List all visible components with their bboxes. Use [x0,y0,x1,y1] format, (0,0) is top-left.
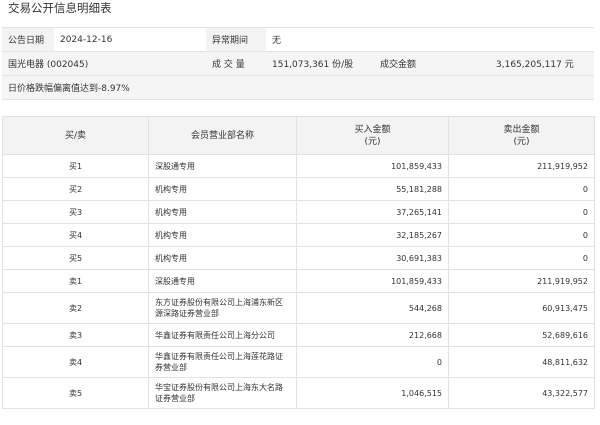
row-buy-amount: 32,185,267 [296,223,449,247]
row-side: 买1 [2,154,149,178]
row-side: 卖3 [2,323,149,347]
table-row: 买4 机构专用 32,185,267 0 [2,223,595,247]
row-buy-amount: 1,046,515 [296,377,449,409]
table-header-row: 买/卖 会员营业部名称 买入金额 (元) 卖出金额 (元) [2,116,595,155]
info-row-stock: 国光电器 (002045) 成 交 量 151,073,361 份/股 成交金额… [2,51,595,76]
deviation-note: 日价格跌幅偏离值达到-8.97% [2,75,595,100]
amount-value: 3,165,205,117 元 [490,51,595,76]
info-row-date: 公告日期 2024-12-16 异常期间 无 [2,27,595,52]
row-side: 买4 [2,223,149,247]
table-row: 买5 机构专用 30,691,383 0 [2,246,595,270]
row-buy-amount: 55,181,288 [296,177,449,201]
row-buy-amount: 0 [296,346,449,378]
row-sell-amount: 48,811,632 [448,346,595,378]
row-member-name: 深股通专用 [148,154,297,178]
row-member-name: 机构专用 [148,200,297,224]
row-side: 卖2 [2,292,149,324]
row-sell-amount: 211,919,952 [448,269,595,293]
row-member-name: 华鑫证券有限责任公司上海莲花路证券营业部 [148,346,297,378]
header-sell-amount: 卖出金额 (元) [448,116,595,155]
row-member-name: 东方证券股份有限公司上海浦东新区源深路证券营业部 [148,292,297,324]
info-row-note: 日价格跌幅偏离值达到-8.97% [2,75,595,100]
row-member-name: 机构专用 [148,246,297,270]
row-side: 买5 [2,246,149,270]
table-row: 买3 机构专用 37,265,141 0 [2,200,595,224]
stock-name: 国光电器 (002045) [2,51,206,76]
row-sell-amount: 0 [448,246,595,270]
row-member-name: 机构专用 [148,223,297,247]
header-member-name: 会员营业部名称 [148,116,297,155]
row-sell-amount: 0 [448,223,595,247]
table-row: 卖4 华鑫证券有限责任公司上海莲花路证券营业部 0 48,811,632 [2,346,595,378]
row-buy-amount: 212,668 [296,323,449,347]
row-buy-amount: 101,859,433 [296,269,449,293]
row-buy-amount: 30,691,383 [296,246,449,270]
table-row: 买1 深股通专用 101,859,433 211,919,952 [2,154,595,178]
amount-label: 成交金额 [374,51,490,76]
date-label: 公告日期 [2,27,54,52]
row-sell-amount: 60,913,475 [448,292,595,324]
trade-detail-table: 买/卖 会员营业部名称 买入金额 (元) 卖出金额 (元) 买1 深股通专用 1… [2,116,595,409]
row-side: 卖1 [2,269,149,293]
table-row: 卖3 华鑫证券有限责任公司上海分公司 212,668 52,689,616 [2,323,595,347]
row-member-name: 深股通专用 [148,269,297,293]
row-buy-amount: 37,265,141 [296,200,449,224]
row-side: 买2 [2,177,149,201]
period-value: 无 [266,27,595,52]
header-side: 买/卖 [2,116,149,155]
period-label: 异常期间 [206,27,266,52]
row-side: 卖5 [2,377,149,409]
row-buy-amount: 101,859,433 [296,154,449,178]
row-buy-amount: 544,268 [296,292,449,324]
row-member-name: 华宝证券股份有限公司上海东大名路证券营业部 [148,377,297,409]
row-sell-amount: 0 [448,177,595,201]
row-sell-amount: 0 [448,200,595,224]
table-row: 卖2 东方证券股份有限公司上海浦东新区源深路证券营业部 544,268 60,9… [2,292,595,324]
row-member-name: 华鑫证券有限责任公司上海分公司 [148,323,297,347]
row-side: 买3 [2,200,149,224]
volume-label: 成 交 量 [206,51,266,76]
volume-value: 151,073,361 份/股 [266,51,374,76]
row-sell-amount: 211,919,952 [448,154,595,178]
table-row: 卖5 华宝证券股份有限公司上海东大名路证券营业部 1,046,515 43,32… [2,377,595,409]
page-title: 交易公开信息明细表 [8,1,112,15]
row-member-name: 机构专用 [148,177,297,201]
row-sell-amount: 52,689,616 [448,323,595,347]
row-side: 卖4 [2,346,149,378]
date-value: 2024-12-16 [54,27,206,52]
row-sell-amount: 43,322,577 [448,377,595,409]
table-row: 买2 机构专用 55,181,288 0 [2,177,595,201]
info-table: 公告日期 2024-12-16 异常期间 无 国光电器 (002045) 成 交… [2,27,595,100]
table-row: 卖1 深股通专用 101,859,433 211,919,952 [2,269,595,293]
header-buy-amount: 买入金额 (元) [296,116,449,155]
